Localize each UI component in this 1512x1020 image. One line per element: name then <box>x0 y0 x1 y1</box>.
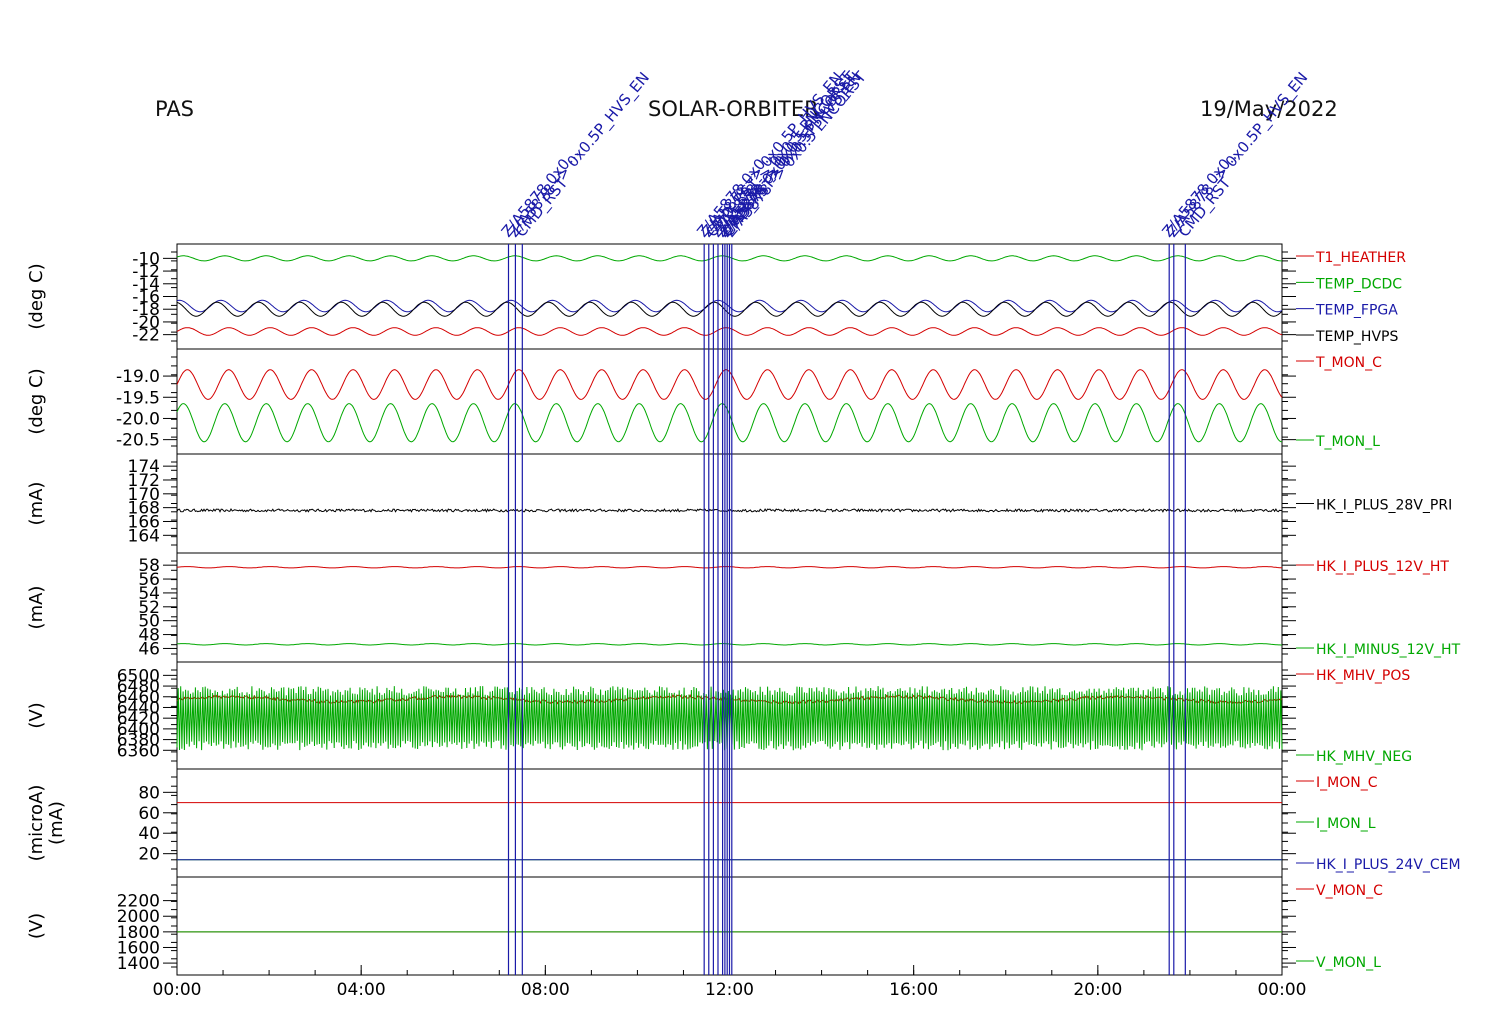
x-tick-label: 08:00 <box>521 980 570 1000</box>
legend-label: I_MON_C <box>1316 775 1378 791</box>
y-tick-label: 40 <box>138 824 160 844</box>
y-tick-label: 58 <box>138 556 160 576</box>
legend-label: HK_I_MINUS_12V_HT <box>1316 642 1461 658</box>
legend-label: HK_MHV_NEG <box>1316 749 1412 765</box>
y-tick-label: 60 <box>138 804 160 824</box>
y-axis-label: (V) <box>26 913 47 939</box>
y-tick-label: -22 <box>132 326 160 346</box>
legend-label: HK_I_PLUS_24V_CEM <box>1316 857 1461 873</box>
y-tick-label: 2200 <box>117 892 160 912</box>
y-axis-label-2: (mA) <box>46 801 67 845</box>
x-tick-label: 16:00 <box>889 980 938 1000</box>
panel-3: 164166168170172174(mA) HK_I_PLUS_28V_PRI <box>26 453 1452 554</box>
x-tick-label: 12:00 <box>705 980 754 1000</box>
y-axis-label: (V) <box>26 702 47 728</box>
y-tick-label: -20.5 <box>116 431 160 451</box>
panel-5: 65006480646064406420640063806360(V)HK_MH… <box>26 661 1412 770</box>
legend-label: V_MON_L <box>1316 955 1381 971</box>
panel-1: -10-12-14-16-18-20-22(deg C)T1_HEATHERTE… <box>26 243 1406 350</box>
housekeeping-plot: -10-12-14-16-18-20-22(deg C)T1_HEATHERTE… <box>26 68 1461 1000</box>
legend-label: T_MON_C <box>1315 355 1382 371</box>
x-tick-label: 00:00 <box>1258 980 1307 1000</box>
legend-label: TEMP_DCDC <box>1315 276 1402 292</box>
y-axis-label: (mA) <box>26 482 47 526</box>
y-tick-label: -20.0 <box>116 409 160 429</box>
y-axis-label: (deg C) <box>26 368 47 434</box>
panel-4: 46485052545658(mA)HK_I_PLUS_12V_HTHK_I_M… <box>26 552 1461 663</box>
legend-label: HK_I_PLUS_12V_HT <box>1316 559 1449 575</box>
legend-label: TEMP_HVPS <box>1315 329 1398 345</box>
x-tick-label: 20:00 <box>1073 980 1122 1000</box>
legend-label: V_MON_C <box>1316 883 1383 899</box>
y-tick-label: 6360 <box>117 741 160 761</box>
legend-label: T_MON_L <box>1315 434 1380 450</box>
legend-label: TEMP_FPGA <box>1315 303 1398 319</box>
y-tick-label: 20 <box>138 845 160 865</box>
legend-label: I_MON_L <box>1316 816 1376 832</box>
legend-label: T1_HEATHER <box>1315 250 1406 266</box>
y-tick-label: 174 <box>128 457 160 477</box>
y-axis-label: (mA) <box>26 586 47 630</box>
legend-label: HK_MHV_POS <box>1316 668 1410 684</box>
panel-6: 20406080 (microA) (mA) I_MON_C I_MON_L HK_I_P… <box>26 768 1461 878</box>
x-tick-label: 00:00 <box>153 980 202 1000</box>
y-axis-label: (deg C) <box>26 263 47 329</box>
y-axis-label: (microA) <box>26 785 47 862</box>
y-tick-label: 80 <box>138 783 160 803</box>
y-tick-label: -19.0 <box>116 367 160 387</box>
y-tick-label: -19.5 <box>116 388 160 408</box>
event-marker-label: Z/A5878 -> 0x0.5 PNCORST <box>721 68 870 241</box>
x-tick-label: 04:00 <box>337 980 386 1000</box>
legend-label: HK_I_PLUS_28V_PRI <box>1316 498 1452 514</box>
